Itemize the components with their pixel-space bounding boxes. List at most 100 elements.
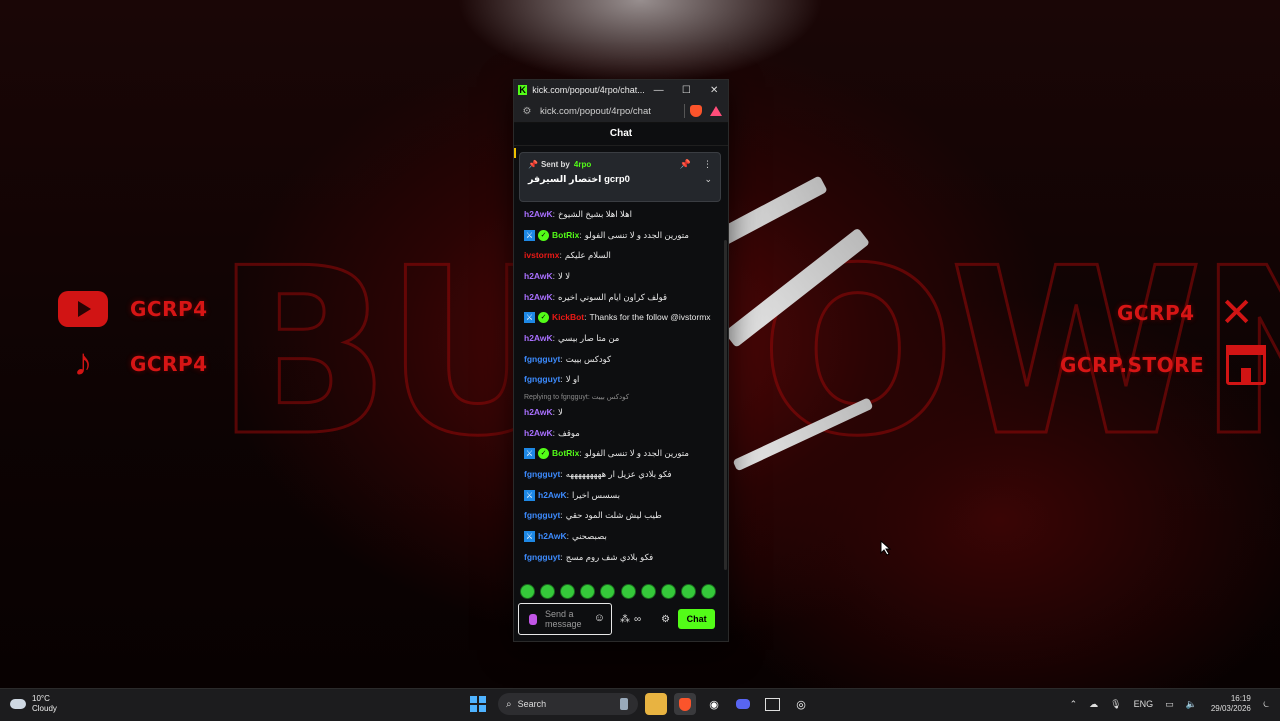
- notification-icon[interactable]: ⏾: [1263, 699, 1270, 710]
- username-separator: :: [559, 250, 562, 261]
- youtube-icon: [58, 291, 108, 327]
- brave-rewards-icon[interactable]: [710, 106, 722, 116]
- maximize-button[interactable]: ☐: [673, 80, 701, 100]
- onedrive-icon[interactable]: ☁: [1089, 699, 1098, 710]
- chat-username[interactable]: h2AwK: [538, 490, 567, 501]
- emote-icon[interactable]: [540, 584, 556, 599]
- chat-message[interactable]: h2AwK: اهلا اهلا بشيخ الشيوخ: [514, 204, 724, 225]
- steam-icon[interactable]: ◉: [703, 693, 725, 715]
- pinned-user[interactable]: 4rpo: [574, 160, 591, 169]
- chat-message-text: بصبصحني: [572, 531, 607, 542]
- clock[interactable]: 16:19 29/03/2026: [1211, 694, 1251, 714]
- username-separator: :: [552, 407, 556, 418]
- chat-username[interactable]: ivstormx: [524, 250, 559, 261]
- emote-icon[interactable]: [560, 584, 576, 599]
- verified-badge-icon: ✓: [538, 448, 549, 460]
- app-window-icon[interactable]: [761, 693, 783, 715]
- chat-username[interactable]: h2AwK: [524, 271, 553, 282]
- username-separator: :: [566, 489, 570, 500]
- chat-message[interactable]: h2AwK: موقف: [514, 423, 724, 444]
- chat-message[interactable]: ⚔ ✓ KickBot: Thanks for the follow @ivstorm…: [514, 307, 724, 328]
- close-button[interactable]: ✕: [700, 80, 728, 100]
- moderator-badge-icon: ⚔: [524, 448, 535, 460]
- chat-username[interactable]: h2AwK: [524, 407, 553, 418]
- chat-settings-icon[interactable]: ⚙: [661, 614, 670, 625]
- chat-message[interactable]: h2AwK: من متا صار بيسي: [514, 328, 724, 349]
- chat-message[interactable]: ⚔ ✓ BotRix: متورين الجدد و لا تنسى الفولو: [514, 444, 724, 465]
- chat-scrollbar[interactable]: [724, 240, 727, 570]
- chat-username[interactable]: fgngguyt: [524, 374, 560, 385]
- username-separator: :: [584, 312, 587, 323]
- kicks-icon[interactable]: ⁂: [620, 614, 630, 625]
- emote-icon[interactable]: [520, 584, 535, 599]
- chevron-down-icon[interactable]: ⌄: [704, 174, 712, 185]
- username-separator: :: [552, 208, 556, 219]
- microphone-icon[interactable]: 🎙: [1110, 699, 1121, 710]
- username-separator: :: [560, 551, 563, 562]
- infinity-icon[interactable]: ∞: [634, 614, 641, 625]
- chat-message[interactable]: ⚔ h2AwK: بصبصحني: [514, 526, 724, 547]
- emote-icon[interactable]: [700, 584, 716, 599]
- chat-message[interactable]: fgngguyt: او لا: [514, 370, 724, 391]
- chat-message[interactable]: h2AwK: قولف كراون ايام السوني اخيره: [514, 287, 724, 308]
- username-separator: :: [579, 448, 582, 459]
- globe-app-icon[interactable]: ◎: [790, 693, 812, 715]
- chat-username[interactable]: h2AwK: [524, 209, 553, 220]
- chat-message[interactable]: ivstormx: السلام عليكم: [514, 245, 724, 266]
- chat-message-text: Thanks for the follow @ivstormx: [589, 312, 711, 323]
- chat-message-text: موقف: [558, 427, 580, 438]
- site-settings-icon[interactable]: ⚙: [518, 106, 536, 117]
- emote-icon[interactable]: [600, 584, 616, 599]
- social-label: GCRP4: [1117, 301, 1195, 325]
- minimize-button[interactable]: —: [645, 80, 673, 100]
- chat-username[interactable]: fgngguyt: [524, 510, 560, 521]
- chat-username[interactable]: KickBot: [552, 312, 584, 323]
- chat-message[interactable]: h2AwK: لا: [514, 402, 724, 423]
- emote-icon[interactable]: [660, 584, 676, 599]
- chevron-up-icon[interactable]: ⌃: [1070, 699, 1078, 710]
- more-options-icon[interactable]: ⋮: [703, 159, 712, 170]
- chat-username[interactable]: h2AwK: [524, 292, 553, 303]
- chat-message-list[interactable]: h2AwK: اهلا اهلا بشيخ الشيوخ ⚔ ✓ BotRix: متور…: [514, 204, 724, 574]
- url-field[interactable]: kick.com/popout/4rpo/chat: [536, 106, 679, 117]
- chat-message[interactable]: h2AwK: لا لا: [514, 266, 724, 287]
- brave-browser-icon[interactable]: [674, 693, 696, 715]
- unpin-icon[interactable]: 📌: [680, 159, 691, 170]
- weather-widget[interactable]: 10°C Cloudy: [10, 694, 57, 714]
- network-icon[interactable]: ▭: [1165, 699, 1174, 710]
- emote-icon[interactable]: [640, 584, 656, 599]
- chat-username[interactable]: fgngguyt: [524, 354, 560, 365]
- chat-popout-window: K kick.com/popout/4rpo/chat... — ☐ ✕ ⚙ k…: [513, 79, 729, 642]
- chat-message[interactable]: fgngguyt: فكو بلادي شف روم مسج: [514, 547, 724, 568]
- emote-icon[interactable]: [580, 584, 596, 599]
- chat-username[interactable]: fgngguyt: [524, 552, 560, 563]
- volume-icon[interactable]: 🔈: [1186, 699, 1197, 710]
- mouse-cursor-icon: [880, 540, 892, 556]
- chat-message[interactable]: fgngguyt: طيب ليش شلت المود حقي: [514, 506, 724, 527]
- message-input[interactable]: Send a message ☺: [518, 603, 612, 635]
- pinned-message[interactable]: 📌 Sent by 4rpo 📌 ⋮ اختصار السيرفر gcrp0 …: [519, 152, 721, 202]
- start-menu-icon[interactable]: [470, 696, 486, 712]
- chat-username[interactable]: BotRix: [552, 230, 579, 241]
- language-indicator[interactable]: ENG: [1134, 699, 1154, 709]
- chat-message[interactable]: fgngguyt: فكو بلادي عزيل ار هههههههههه: [514, 464, 724, 485]
- emote-icon[interactable]: [680, 584, 696, 599]
- window-titlebar[interactable]: K kick.com/popout/4rpo/chat... — ☐ ✕: [514, 80, 728, 100]
- chat-username[interactable]: BotRix: [552, 448, 579, 459]
- taskbar-search[interactable]: ⌕ Search: [498, 693, 638, 715]
- chat-username[interactable]: fgngguyt: [524, 469, 560, 480]
- send-chat-button[interactable]: Chat: [678, 609, 716, 629]
- chat-header: Chat: [514, 123, 728, 146]
- chat-message[interactable]: fgngguyt: كودكس بييت: [514, 349, 724, 370]
- chat-message[interactable]: ⚔ h2AwK: بسسس اخيرا: [514, 485, 724, 506]
- chat-username[interactable]: h2AwK: [538, 531, 567, 542]
- brave-shields-icon[interactable]: [690, 105, 702, 117]
- chat-username[interactable]: h2AwK: [524, 333, 553, 344]
- chat-message[interactable]: ⚔ ✓ BotRix: متورين الجدد و لا تنسى الفولو: [514, 225, 724, 246]
- discord-icon[interactable]: [732, 693, 754, 715]
- reply-context[interactable]: Replying to fgngguyt: كودكس بييت: [514, 390, 724, 402]
- emote-icon[interactable]: [620, 584, 636, 599]
- chat-username[interactable]: h2AwK: [524, 428, 553, 439]
- emoji-icon[interactable]: ☺: [594, 612, 605, 624]
- file-explorer-icon[interactable]: [645, 693, 667, 715]
